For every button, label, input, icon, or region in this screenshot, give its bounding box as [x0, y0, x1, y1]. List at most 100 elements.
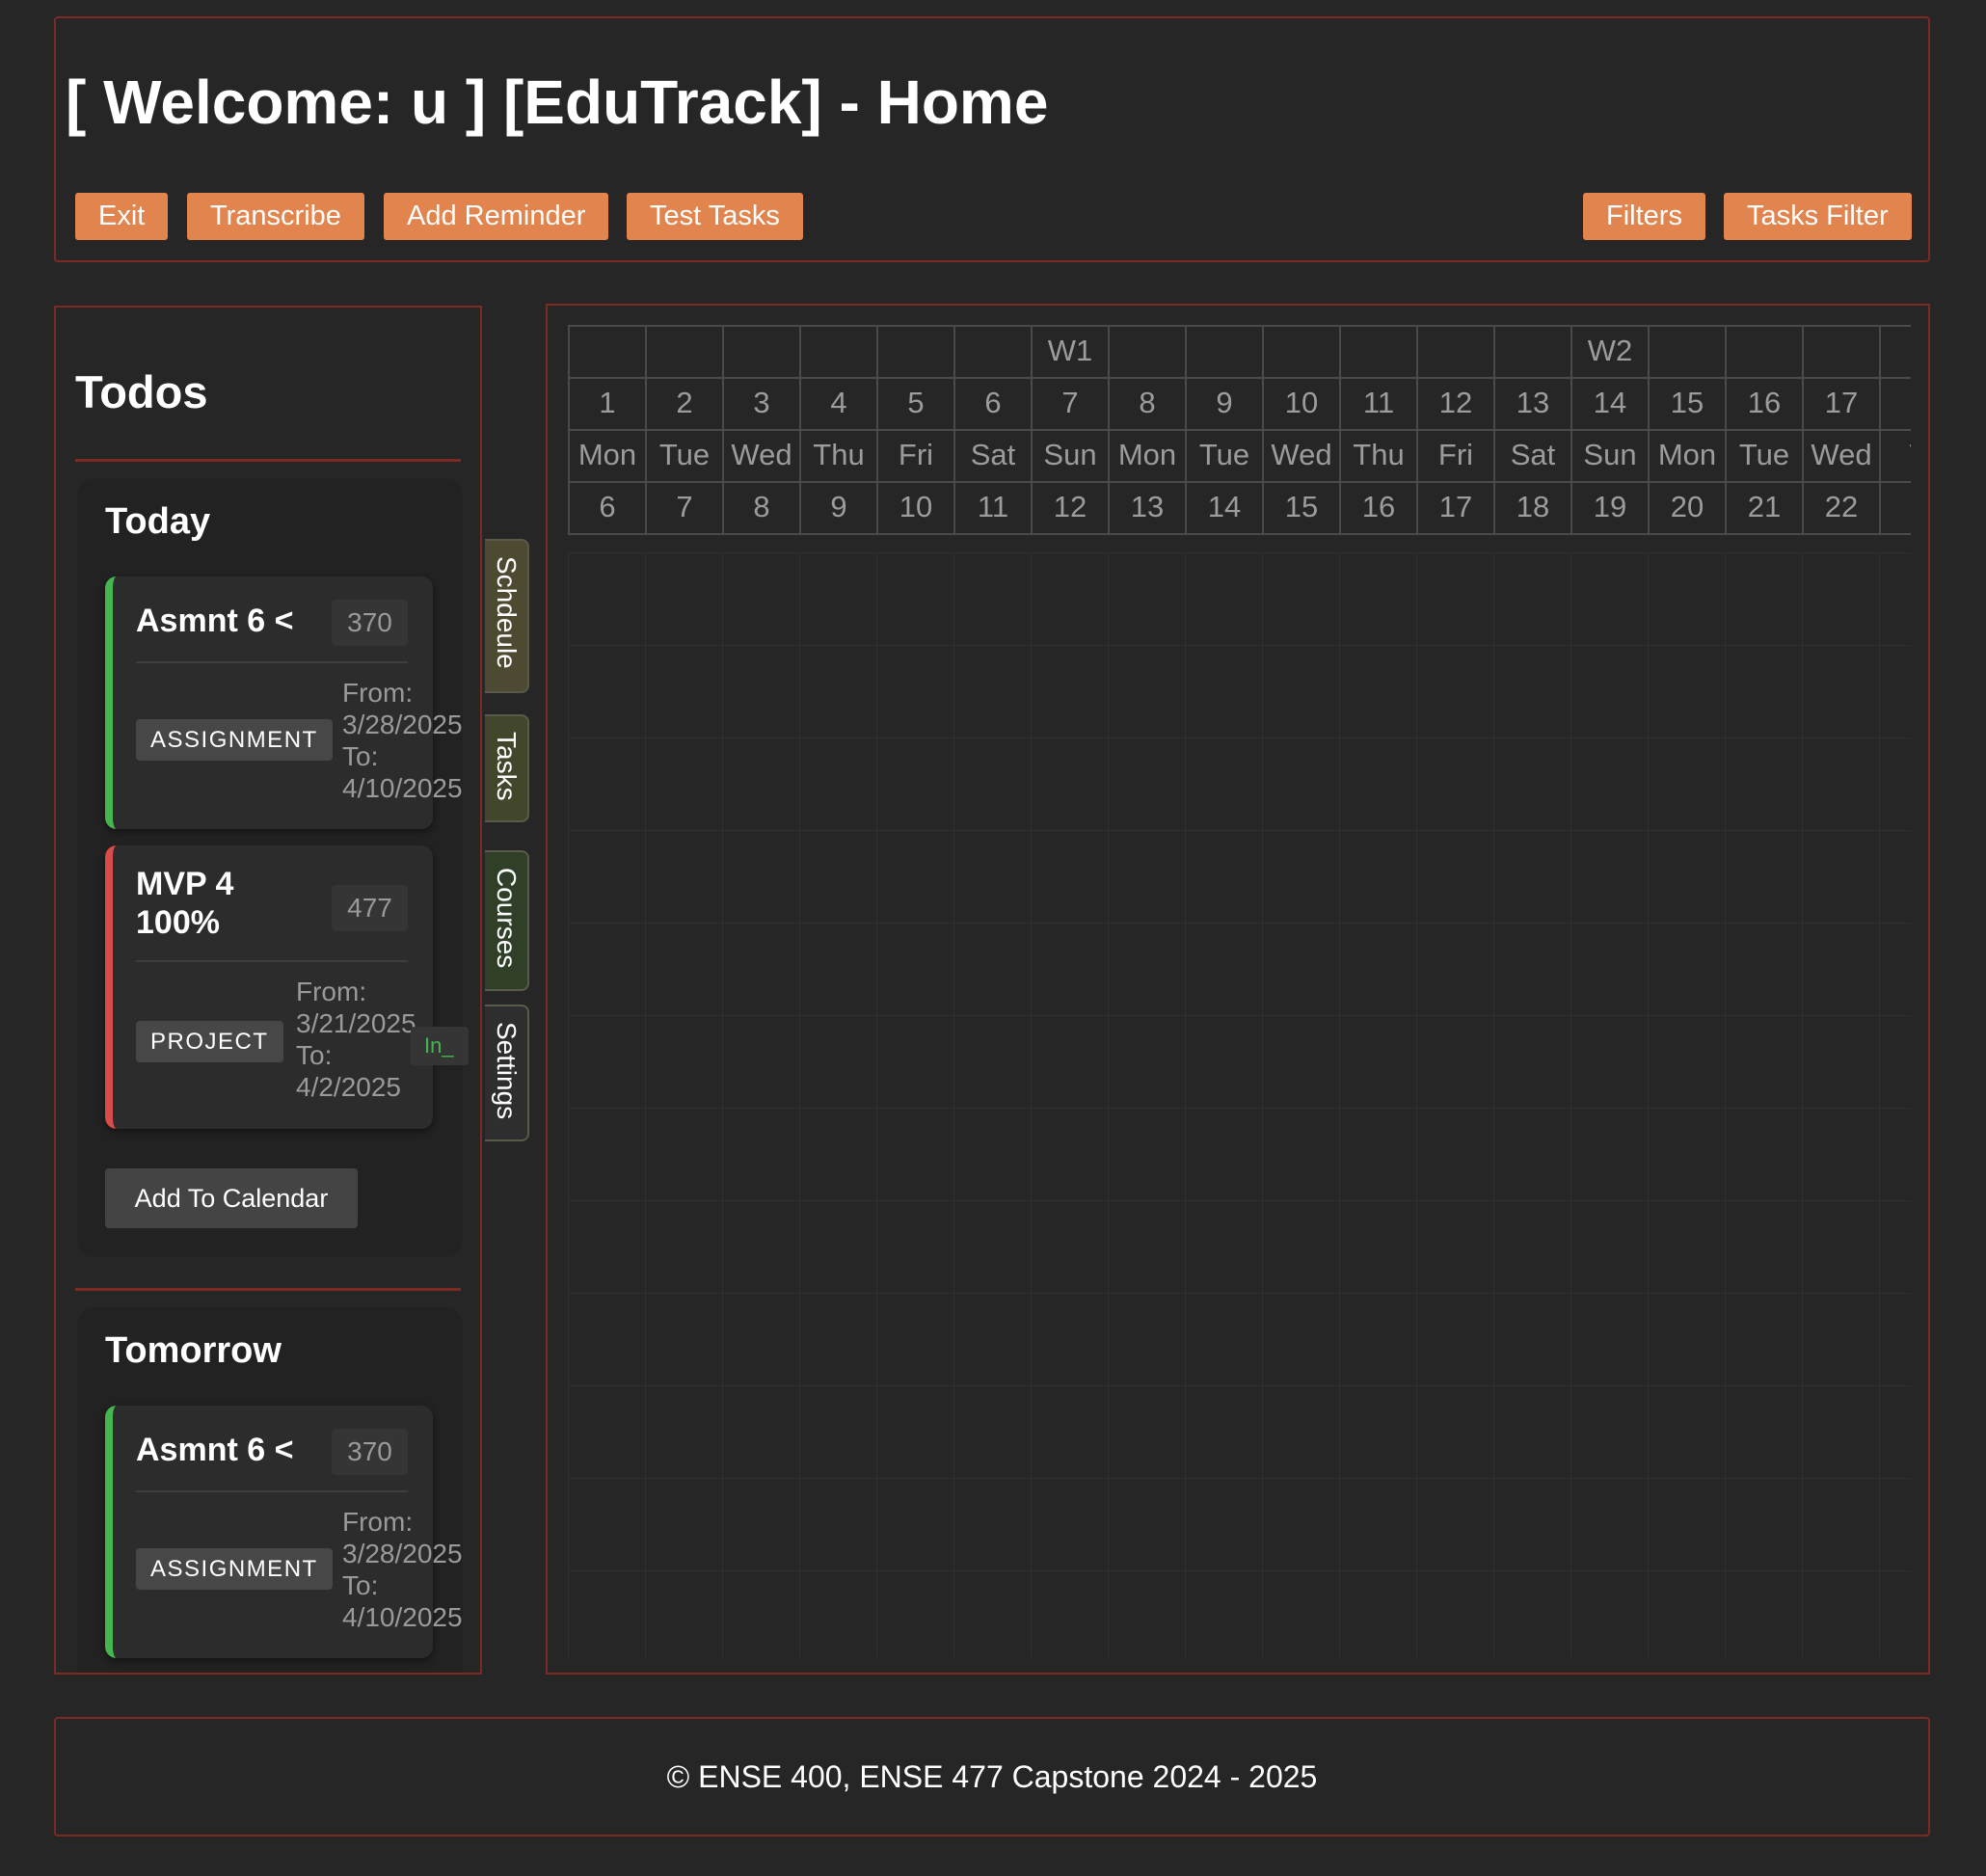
task-dates: From: 3/21/2025 To: 4/2/2025	[296, 976, 416, 1103]
task-name: MVP 4 100%	[136, 865, 233, 942]
calendar-grid-line	[1339, 552, 1340, 1657]
calendar-grid-line	[568, 1478, 1911, 1479]
weekday-cell[interactable]: Mon	[568, 429, 645, 481]
day-number-cell[interactable]: 9	[1185, 377, 1262, 429]
to-date: 4/10/2025	[342, 773, 463, 803]
add-reminder-button[interactable]: Add Reminder	[384, 193, 609, 240]
day-number-cell[interactable]: 15	[1648, 377, 1725, 429]
date-cell[interactable]: 11	[953, 481, 1031, 533]
exit-button[interactable]: Exit	[75, 193, 169, 240]
task-type-tag: PROJECT	[136, 1021, 283, 1062]
date-cell[interactable]: 15	[1262, 481, 1339, 533]
date-cell[interactable]: 16	[1339, 481, 1416, 533]
date-cell[interactable]: 20	[1648, 481, 1725, 533]
weekday-cell[interactable]: Wed	[1262, 429, 1339, 481]
day-number-cell[interactable]: 5	[876, 377, 953, 429]
task-divider	[136, 1490, 408, 1492]
test-tasks-button[interactable]: Test Tasks	[627, 193, 803, 240]
tab-tasks-label: Tasks	[492, 732, 522, 801]
date-cell[interactable]: 22	[1802, 481, 1879, 533]
weekday-cell[interactable]: Mon	[1108, 429, 1185, 481]
filters-button[interactable]: Filters	[1583, 193, 1705, 240]
tab-tasks[interactable]: Tasks	[485, 714, 529, 822]
week-label-cell	[1879, 325, 1911, 377]
day-number-cell[interactable]: 1	[1879, 377, 1911, 429]
weekday-cell[interactable]: Mon	[1648, 429, 1725, 481]
date-cell[interactable]: 21	[1725, 481, 1802, 533]
to-label: To:	[296, 1040, 333, 1070]
calendar-grid-line	[1648, 552, 1649, 1657]
day-number-cell[interactable]: 7	[1031, 377, 1108, 429]
calendar-grid-line	[799, 552, 800, 1657]
day-number-cell[interactable]: 4	[799, 377, 876, 429]
weekday-cell[interactable]: Wed	[722, 429, 799, 481]
weekday-cell[interactable]: Wed	[1802, 429, 1879, 481]
tab-settings-label: Settings	[492, 1022, 522, 1120]
date-cell[interactable]: 13	[1108, 481, 1185, 533]
weekday-cell[interactable]: Tue	[645, 429, 722, 481]
date-cell[interactable]: 9	[799, 481, 876, 533]
week-label-cell	[876, 325, 953, 377]
weekday-cell[interactable]: Tue	[1725, 429, 1802, 481]
calendar-grid-line	[568, 1200, 1911, 1201]
date-cell[interactable]: 8	[722, 481, 799, 533]
date-cell[interactable]: 14	[1185, 481, 1262, 533]
day-number-cell[interactable]: 8	[1108, 377, 1185, 429]
weekday-cell[interactable]: Sat	[953, 429, 1031, 481]
date-cell[interactable]: 6	[568, 481, 645, 533]
tab-schedule[interactable]: Schdeule	[485, 539, 529, 693]
task-status-badge: In_	[411, 1027, 469, 1065]
tab-settings[interactable]: Settings	[485, 1005, 529, 1141]
week-label-cell	[1108, 325, 1185, 377]
week-label-cell	[1262, 325, 1339, 377]
date-cell[interactable]: 19	[1570, 481, 1648, 533]
calendar-grid-line	[1725, 552, 1726, 1657]
tasks-filter-button[interactable]: Tasks Filter	[1724, 193, 1912, 240]
day-number-cell[interactable]: 11	[1339, 377, 1416, 429]
weekday-cell[interactable]: Sat	[1493, 429, 1570, 481]
weekday-cell[interactable]: T	[1879, 429, 1911, 481]
weekday-cell[interactable]: Thu	[799, 429, 876, 481]
calendar-grid-line	[568, 830, 1911, 831]
date-cell[interactable]: 12	[1031, 481, 1108, 533]
weekday-cell[interactable]: Sun	[1570, 429, 1648, 481]
weekday-cell[interactable]: Sun	[1031, 429, 1108, 481]
from-label: From:	[296, 977, 367, 1006]
weekday-cell[interactable]: Fri	[1416, 429, 1493, 481]
task-name: Asmnt 6 <	[136, 1432, 294, 1468]
day-number-cell[interactable]: 17	[1802, 377, 1879, 429]
day-number-cell[interactable]: 3	[722, 377, 799, 429]
transcribe-button[interactable]: Transcribe	[187, 193, 364, 240]
day-number-cell[interactable]: 10	[1262, 377, 1339, 429]
to-label: To:	[342, 741, 379, 771]
date-cell[interactable]: 17	[1416, 481, 1493, 533]
tab-courses[interactable]: Courses	[485, 850, 529, 991]
calendar-grid-line	[1416, 552, 1417, 1657]
task-card[interactable]: Asmnt 6 < 370 ASSIGNMENT From: 3/28/2025…	[105, 576, 463, 829]
date-cell[interactable]: 2	[1879, 481, 1911, 533]
to-label: To:	[342, 1570, 379, 1600]
date-cell[interactable]: 18	[1493, 481, 1570, 533]
task-name-line: MVP 4	[136, 866, 234, 902]
weekday-cell[interactable]: Tue	[1185, 429, 1262, 481]
weekday-cell[interactable]: Fri	[876, 429, 953, 481]
calendar-grid-line	[1802, 552, 1803, 1657]
calendar-panel: W1W212345678910111213141516171MonTueWedT…	[546, 304, 1930, 1675]
task-card[interactable]: Asmnt 6 < 370 ASSIGNMENT From: 3/28/2025…	[105, 1406, 463, 1658]
week-label-cell	[1339, 325, 1416, 377]
add-to-calendar-button[interactable]: Add To Calendar	[105, 1168, 358, 1228]
day-number-cell[interactable]: 6	[953, 377, 1031, 429]
day-number-cell[interactable]: 14	[1570, 377, 1648, 429]
date-cell[interactable]: 10	[876, 481, 953, 533]
weekday-cell[interactable]: Thu	[1339, 429, 1416, 481]
day-number-cell[interactable]: 13	[1493, 377, 1570, 429]
day-number-cell[interactable]: 2	[645, 377, 722, 429]
week-label-cell: W2	[1570, 325, 1648, 377]
task-card[interactable]: MVP 4 100% 477 PROJECT From: 3/21/2025 T…	[105, 845, 433, 1129]
calendar-grid-line	[568, 552, 1911, 553]
day-number-cell[interactable]: 16	[1725, 377, 1802, 429]
day-number-cell[interactable]: 1	[568, 377, 645, 429]
date-cell[interactable]: 7	[645, 481, 722, 533]
calendar-grid-line	[1879, 552, 1880, 1657]
day-number-cell[interactable]: 12	[1416, 377, 1493, 429]
